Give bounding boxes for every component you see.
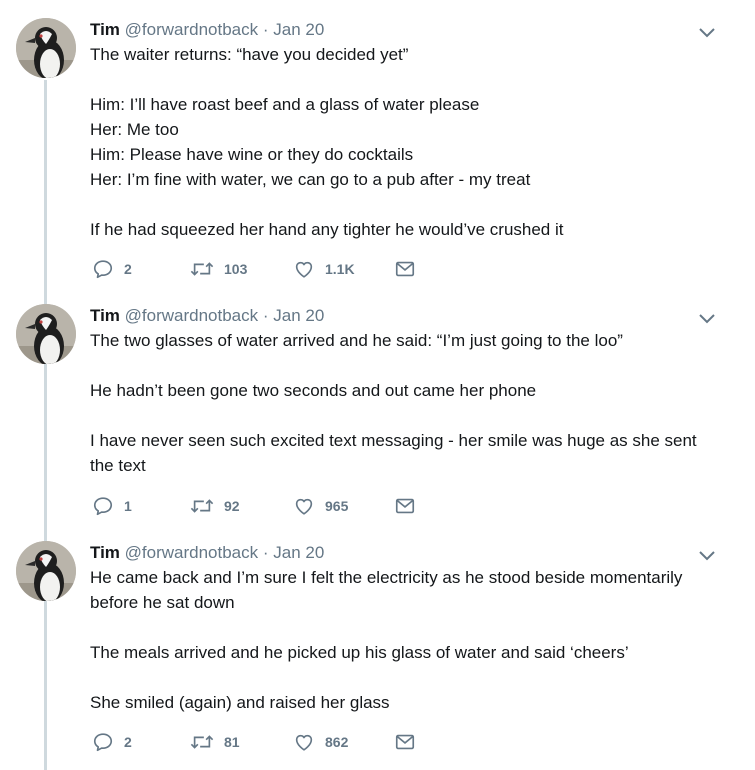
like-count: 862 — [325, 734, 349, 750]
tweet-date[interactable]: Jan 20 — [273, 20, 324, 39]
retweet-count: 92 — [224, 498, 240, 514]
author-handle[interactable]: @forwardnotback — [125, 306, 259, 325]
avatar[interactable] — [16, 541, 76, 601]
author-name[interactable]: Tim — [90, 306, 120, 325]
tweet-text-line: He came back and I’m sure I felt the ele… — [90, 568, 683, 587]
direct-message-button[interactable] — [394, 495, 416, 517]
reply-button[interactable]: 2 — [92, 258, 132, 280]
tweet-header: Tim @forwardnotback · Jan 20 — [90, 305, 324, 327]
avatar[interactable] — [16, 18, 76, 78]
separator-dot: · — [262, 20, 269, 39]
like-button[interactable]: 862 — [293, 731, 348, 753]
tweet-date[interactable]: Jan 20 — [273, 306, 324, 325]
reply-icon — [92, 495, 114, 517]
tweet-body: The two glasses of water arrived and he … — [90, 328, 730, 478]
avatar[interactable] — [16, 304, 76, 364]
chevron-down-icon[interactable] — [697, 549, 717, 563]
tweet-text-line: Him: Please have wine or they do cocktai… — [90, 145, 414, 164]
like-count: 1.1K — [325, 261, 355, 277]
tweet-text-line: before he sat down — [90, 593, 235, 612]
author-handle[interactable]: @forwardnotback — [125, 543, 259, 562]
reply-button[interactable]: 2 — [92, 731, 132, 753]
tweet-header: Tim @forwardnotback · Jan 20 — [90, 542, 324, 564]
tweet-text-line: The waiter returns: “have you decided ye… — [90, 45, 409, 64]
tweet-text-line: He hadn’t been gone two seconds and out … — [90, 381, 537, 400]
separator-dot: · — [262, 306, 269, 325]
envelope-icon — [394, 731, 416, 753]
author-name[interactable]: Tim — [90, 20, 120, 39]
retweet-icon — [190, 495, 214, 517]
retweet-icon — [190, 258, 214, 280]
reply-icon — [92, 258, 114, 280]
envelope-icon — [394, 258, 416, 280]
direct-message-button[interactable] — [394, 258, 416, 280]
reply-button[interactable]: 1 — [92, 495, 132, 517]
reply-count: 2 — [124, 261, 132, 277]
tweet-text-line: If he had squeezed her hand any tighter … — [90, 220, 564, 239]
heart-icon — [293, 731, 315, 753]
envelope-icon — [394, 495, 416, 517]
tweet-text-line: Her: I’m fine with water, we can go to a… — [90, 170, 531, 189]
thread-connector-line — [44, 80, 47, 770]
tweet-date[interactable]: Jan 20 — [273, 543, 324, 562]
retweet-count: 103 — [224, 261, 248, 277]
tweet-text-line: The two glasses of water arrived and he … — [90, 331, 623, 350]
like-button[interactable]: 1.1K — [293, 258, 355, 280]
retweet-button[interactable]: 81 — [190, 731, 240, 753]
like-button[interactable]: 965 — [293, 495, 348, 517]
tweet-text-line: Her: Me too — [90, 120, 179, 139]
reply-count: 2 — [124, 734, 132, 750]
like-count: 965 — [325, 498, 349, 514]
chevron-down-icon[interactable] — [697, 312, 717, 326]
retweet-button[interactable]: 92 — [190, 495, 240, 517]
tweet-text-line: I have never seen such excited text mess… — [90, 431, 697, 450]
reply-icon — [92, 731, 114, 753]
tweet-text-line: She smiled (again) and raised her glass — [90, 693, 390, 712]
author-handle[interactable]: @forwardnotback — [125, 20, 259, 39]
tweet-body: The waiter returns: “have you decided ye… — [90, 42, 730, 242]
retweet-count: 81 — [224, 734, 240, 750]
tweet-text-line: Him: I’ll have roast beef and a glass of… — [90, 95, 480, 114]
tweet-text-line: The meals arrived and he picked up his g… — [90, 643, 629, 662]
retweet-icon — [190, 731, 214, 753]
heart-icon — [293, 258, 315, 280]
retweet-button[interactable]: 103 — [190, 258, 247, 280]
tweet-header: Tim @forwardnotback · Jan 20 — [90, 19, 324, 41]
tweet-body: He came back and I’m sure I felt the ele… — [90, 565, 730, 715]
tweet-text-line: the text — [90, 456, 146, 475]
chevron-down-icon[interactable] — [697, 26, 717, 40]
separator-dot: · — [262, 543, 269, 562]
reply-count: 1 — [124, 498, 132, 514]
direct-message-button[interactable] — [394, 731, 416, 753]
author-name[interactable]: Tim — [90, 543, 120, 562]
heart-icon — [293, 495, 315, 517]
